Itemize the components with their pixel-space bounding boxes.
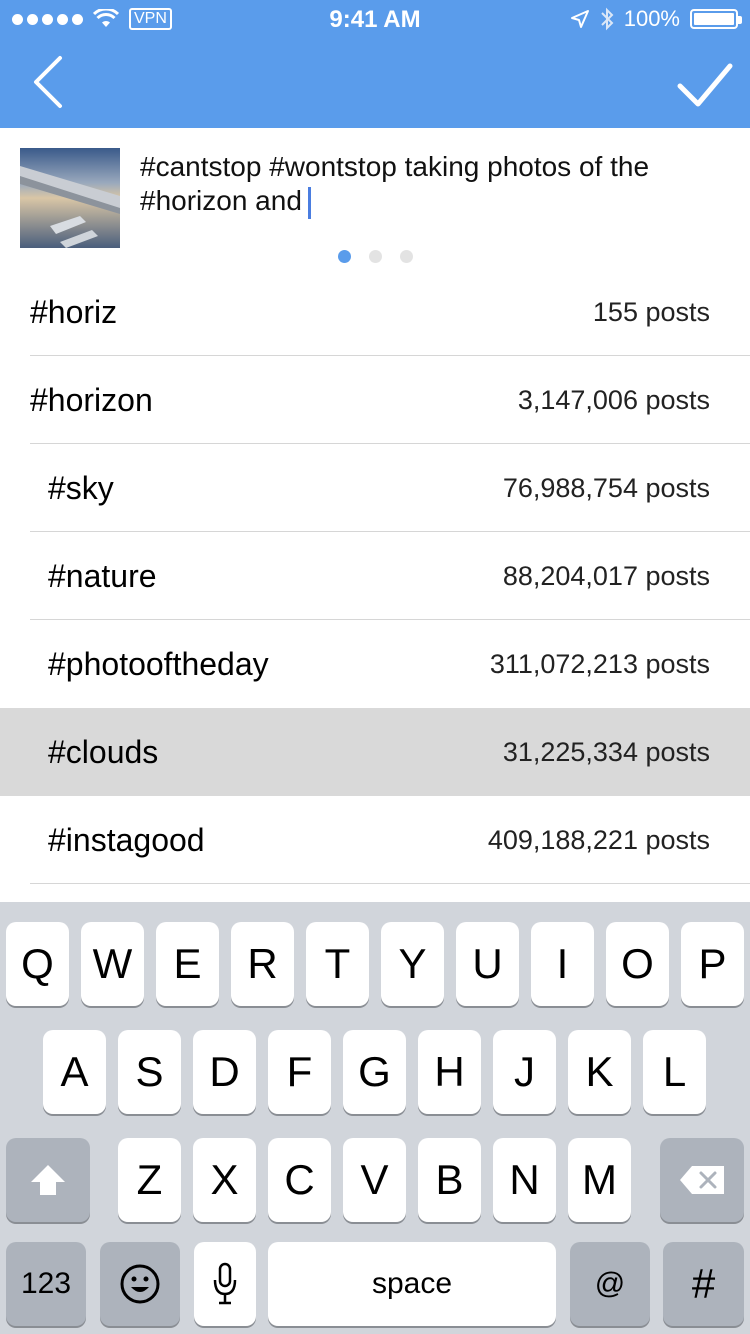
shift-key[interactable] <box>6 1138 90 1222</box>
text-cursor <box>307 186 311 219</box>
chevron-left-icon <box>34 56 62 108</box>
key-l[interactable]: L <box>643 1030 706 1114</box>
key-o[interactable]: O <box>606 922 669 1006</box>
page-indicator[interactable] <box>0 250 750 263</box>
key-t[interactable]: T <box>306 922 369 1006</box>
key-a[interactable]: A <box>43 1030 106 1114</box>
hashtag-suggestion[interactable]: #photooftheday 311,072,213 posts <box>0 620 750 708</box>
hashtag-suggestion[interactable]: #nature 88,204,017 posts <box>0 532 750 620</box>
key-y[interactable]: Y <box>381 922 444 1006</box>
key-w[interactable]: W <box>81 922 144 1006</box>
photo-thumbnail[interactable] <box>20 148 120 248</box>
done-button[interactable] <box>676 60 734 112</box>
post-count: 155 posts <box>592 296 710 327</box>
hashtag-label: #clouds <box>48 733 159 770</box>
key-k[interactable]: K <box>568 1030 631 1114</box>
keyboard: Q W E R T Y U I O P A S D F G H J K L Z … <box>0 902 750 1334</box>
hashtag-suggestion[interactable]: #instagood 409,188,221 posts <box>0 796 750 884</box>
location-arrow-icon <box>570 10 589 28</box>
key-c[interactable]: C <box>268 1138 331 1222</box>
key-p[interactable]: P <box>681 922 744 1006</box>
hashtag-suggestion[interactable]: #horizon 3,147,006 posts <box>0 356 750 444</box>
numbers-key[interactable]: 123 <box>6 1242 86 1326</box>
key-i[interactable]: I <box>531 922 594 1006</box>
page-dot[interactable] <box>368 250 382 263</box>
checkmark-icon <box>677 63 733 107</box>
caption-text: #cantstop #wontstop taking photos of the… <box>140 151 650 216</box>
emoji-icon <box>120 1264 160 1304</box>
hashtag-label: #horiz <box>30 293 118 330</box>
key-e[interactable]: E <box>156 922 219 1006</box>
post-count: 409,188,221 posts <box>487 824 710 855</box>
battery-percent: 100% <box>623 6 680 31</box>
key-u[interactable]: U <box>456 922 519 1006</box>
battery-icon <box>690 9 742 29</box>
key-z[interactable]: Z <box>118 1138 181 1222</box>
bluetooth-icon <box>601 7 614 31</box>
key-v[interactable]: V <box>343 1138 406 1222</box>
key-s[interactable]: S <box>118 1030 181 1114</box>
page-dot[interactable] <box>337 250 351 263</box>
at-key[interactable]: @ <box>570 1242 650 1326</box>
hashtag-label: #sky <box>48 469 114 506</box>
hashtag-suggestion[interactable]: #horiz 155 posts <box>0 268 750 356</box>
hashtag-label: #instagood <box>48 821 205 858</box>
delete-key[interactable] <box>660 1138 744 1222</box>
dictation-key[interactable] <box>194 1242 256 1326</box>
hashtag-suggestion-selected[interactable]: #clouds 31,225,334 posts <box>0 708 750 796</box>
caption-input[interactable]: #cantstop #wontstop taking photos of the… <box>140 150 720 219</box>
emoji-key[interactable] <box>100 1242 180 1326</box>
backspace-icon <box>680 1166 724 1194</box>
key-m[interactable]: M <box>568 1138 631 1222</box>
hash-key[interactable]: # <box>663 1242 744 1326</box>
key-r[interactable]: R <box>231 922 294 1006</box>
post-count: 76,988,754 posts <box>502 472 710 503</box>
post-count: 31,225,334 posts <box>502 736 710 767</box>
navigation-bar: VPN 9:41 AM 100% <box>0 0 750 128</box>
microphone-icon <box>213 1262 237 1305</box>
key-n[interactable]: N <box>493 1138 556 1222</box>
key-j[interactable]: J <box>493 1030 556 1114</box>
key-g[interactable]: G <box>343 1030 406 1114</box>
page-dot[interactable] <box>399 250 413 263</box>
post-count: 88,204,017 posts <box>502 560 710 591</box>
shift-arrow-icon <box>31 1165 65 1195</box>
divider <box>30 883 750 884</box>
hashtag-label: #nature <box>48 557 157 594</box>
hashtag-label: #photooftheday <box>48 645 269 682</box>
back-button[interactable] <box>28 52 78 112</box>
post-count: 3,147,006 posts <box>517 384 710 415</box>
key-b[interactable]: B <box>418 1138 481 1222</box>
hashtag-suggestion-list: #horiz 155 posts #horizon 3,147,006 post… <box>0 268 750 884</box>
key-h[interactable]: H <box>418 1030 481 1114</box>
key-f[interactable]: F <box>268 1030 331 1114</box>
hashtag-label: #horizon <box>30 381 153 418</box>
hashtag-suggestion[interactable]: #sky 76,988,754 posts <box>0 444 750 532</box>
status-bar: VPN 9:41 AM 100% <box>0 0 750 40</box>
post-count: 311,072,213 posts <box>489 648 710 679</box>
key-x[interactable]: X <box>193 1138 256 1222</box>
key-q[interactable]: Q <box>6 922 69 1006</box>
key-d[interactable]: D <box>193 1030 256 1114</box>
space-key[interactable]: space <box>268 1242 556 1326</box>
